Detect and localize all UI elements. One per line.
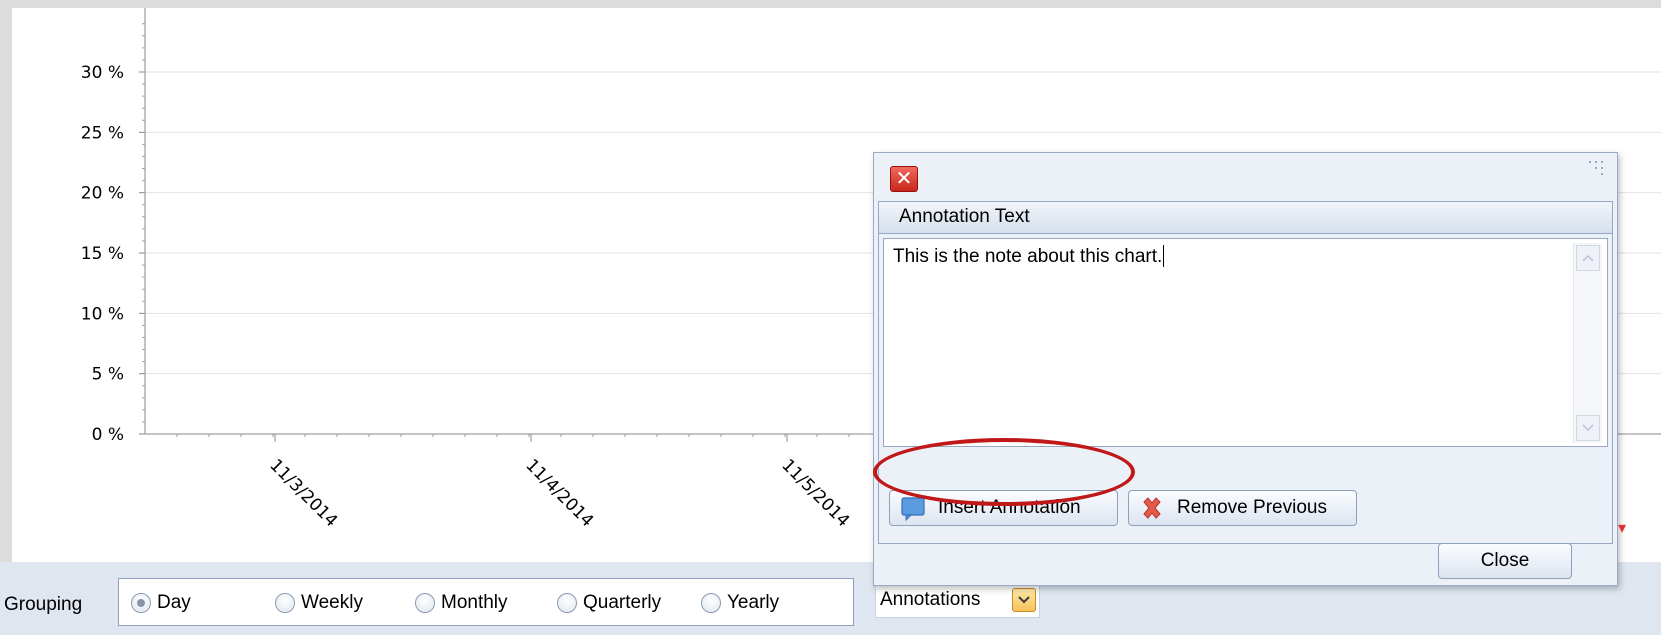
radio-circle-icon[interactable] xyxy=(701,593,721,613)
radio-quarterly[interactable]: Quarterly xyxy=(557,591,661,615)
close-button[interactable]: Close xyxy=(1438,543,1572,579)
section-header: Annotation Text xyxy=(879,202,1612,234)
radio-monthly-label: Monthly xyxy=(441,592,508,613)
radio-circle-icon[interactable] xyxy=(131,593,151,613)
y-minor-ticks xyxy=(139,23,145,435)
speech-bubble-icon xyxy=(901,497,925,521)
chevron-down-icon[interactable] xyxy=(1012,588,1036,612)
radio-monthly[interactable]: Monthly xyxy=(415,591,508,615)
radio-circle-icon[interactable] xyxy=(415,593,435,613)
radio-yearly[interactable]: Yearly xyxy=(701,591,779,615)
app-screen: 0 % 5 % 10 % 15 % 20 % 25 % 30 % 11/3/2014 11/4… xyxy=(0,0,1661,635)
y-tick-label: 30 % xyxy=(81,63,124,83)
annotation-textarea[interactable]: This is the note about this chart. xyxy=(883,238,1608,447)
radio-circle-icon[interactable] xyxy=(275,593,295,613)
y-tick-label: 0 % xyxy=(92,425,124,445)
y-tick-label: 5 % xyxy=(92,365,124,385)
y-tick-label: 20 % xyxy=(81,184,124,204)
red-marker-icon: ▾ xyxy=(1618,518,1627,537)
resize-grip-icon[interactable] xyxy=(1587,159,1609,181)
y-tick-label: 15 % xyxy=(81,244,124,264)
radio-yearly-label: Yearly xyxy=(727,592,780,613)
y-tick-label: 10 % xyxy=(81,304,124,324)
remove-previous-label: Remove Previous xyxy=(1177,497,1327,518)
y-axis-labels: 0 % 5 % 10 % 15 % 20 % 25 % 30 % xyxy=(81,63,124,445)
annotation-text-section: Annotation Text This is the note about t… xyxy=(878,201,1613,544)
section-title: Annotation Text xyxy=(899,206,1030,227)
x-minor-ticks xyxy=(176,434,914,442)
radio-weekly[interactable]: Weekly xyxy=(275,591,363,615)
radio-quarterly-label: Quarterly xyxy=(583,592,662,613)
remove-x-icon xyxy=(1143,497,1161,519)
x-axis-labels: 11/3/2014 11/4/2014 11/5/2014 xyxy=(265,455,853,531)
x-tick-label: 11/3/2014 xyxy=(265,455,341,531)
annotation-text-value: This is the note about this chart. xyxy=(893,245,1165,267)
radio-circle-icon[interactable] xyxy=(557,593,577,613)
radio-day-label: Day xyxy=(157,592,191,613)
textarea-scrollbar[interactable] xyxy=(1573,243,1602,443)
scroll-down-icon[interactable] xyxy=(1576,415,1600,441)
remove-previous-button[interactable]: Remove Previous xyxy=(1128,490,1357,526)
scroll-up-icon[interactable] xyxy=(1576,245,1600,271)
grouping-label: Grouping xyxy=(4,594,83,615)
radio-weekly-label: Weekly xyxy=(301,592,363,613)
insert-annotation-button[interactable]: Insert Annotation xyxy=(889,490,1118,526)
annotations-label: Annotations xyxy=(880,589,981,610)
radio-day[interactable]: Day xyxy=(131,591,191,615)
x-tick-label: 11/4/2014 xyxy=(521,455,597,531)
grouping-radio-group: Day Weekly Monthly Quarterly Yearly xyxy=(118,578,854,626)
close-icon[interactable]: ✕ xyxy=(890,166,918,192)
close-label: Close xyxy=(1480,550,1530,571)
y-tick-label: 25 % xyxy=(81,123,124,143)
insert-annotation-label: Insert Annotation xyxy=(938,497,1081,518)
x-tick-label: 11/5/2014 xyxy=(777,455,853,531)
annotations-dropdown[interactable]: Annotations xyxy=(875,584,1040,618)
annotation-dialog: ✕ Annotation Text This is the note about… xyxy=(873,152,1618,586)
